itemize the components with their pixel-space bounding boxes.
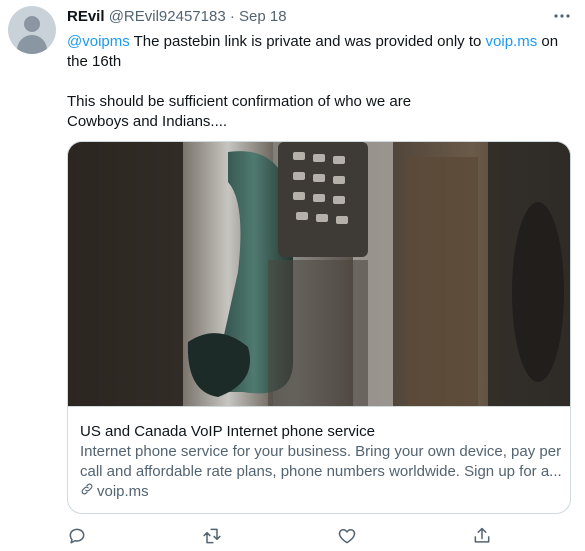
card-title: US and Canada VoIP Internet phone servic… <box>80 423 375 440</box>
reply-icon[interactable] <box>67 526 87 546</box>
display-name[interactable]: REvil <box>67 8 105 25</box>
share-icon[interactable] <box>472 526 492 546</box>
tweet-date[interactable]: Sep 18 <box>239 8 287 25</box>
tweet-line-1-end: on <box>537 33 559 50</box>
ellipsis-icon[interactable] <box>552 6 572 31</box>
tweet-actions <box>67 526 497 546</box>
avatar-head-shape <box>24 16 40 32</box>
card-text: US and Canada VoIP Internet phone servic… <box>80 422 564 502</box>
tweet-line-1-text: The pastebin link is private and was pro… <box>129 33 486 50</box>
like-icon[interactable] <box>337 526 357 546</box>
retweet-icon[interactable] <box>202 526 222 546</box>
tweet-line-1: @voipms The pastebin link is private and… <box>67 32 567 52</box>
voipms-link[interactable]: voip.ms <box>486 33 538 50</box>
separator-dot: · <box>229 8 235 25</box>
card-domain: voip.ms <box>80 482 564 502</box>
link-preview-card[interactable]: US and Canada VoIP Internet phone servic… <box>67 141 571 514</box>
user-handle[interactable]: @REvil92457183 <box>109 8 226 25</box>
tweet-line-4: Cowboys and Indians.... <box>67 113 228 130</box>
mention-link[interactable]: @voipms <box>67 33 130 50</box>
link-icon <box>80 482 94 502</box>
card-description-line-1: Internet phone service for your business… <box>80 443 562 460</box>
tweet-header: REvil @REvil92457183 · Sep 18 <box>67 8 287 26</box>
tweet-line-2: the 16th <box>67 53 122 70</box>
avatar-body-shape <box>17 35 47 54</box>
avatar[interactable] <box>8 6 56 54</box>
card-description: Internet phone service for your business… <box>80 442 564 482</box>
tweet-line-3: This should be sufficient confirmation o… <box>67 93 412 110</box>
card-domain-text: voip.ms <box>97 483 149 500</box>
payphone-photo[interactable] <box>68 142 570 407</box>
tweet-text: @voipms The pastebin link is private and… <box>67 32 567 132</box>
card-description-line-2: call and affordable rate plans, phone nu… <box>80 463 562 480</box>
